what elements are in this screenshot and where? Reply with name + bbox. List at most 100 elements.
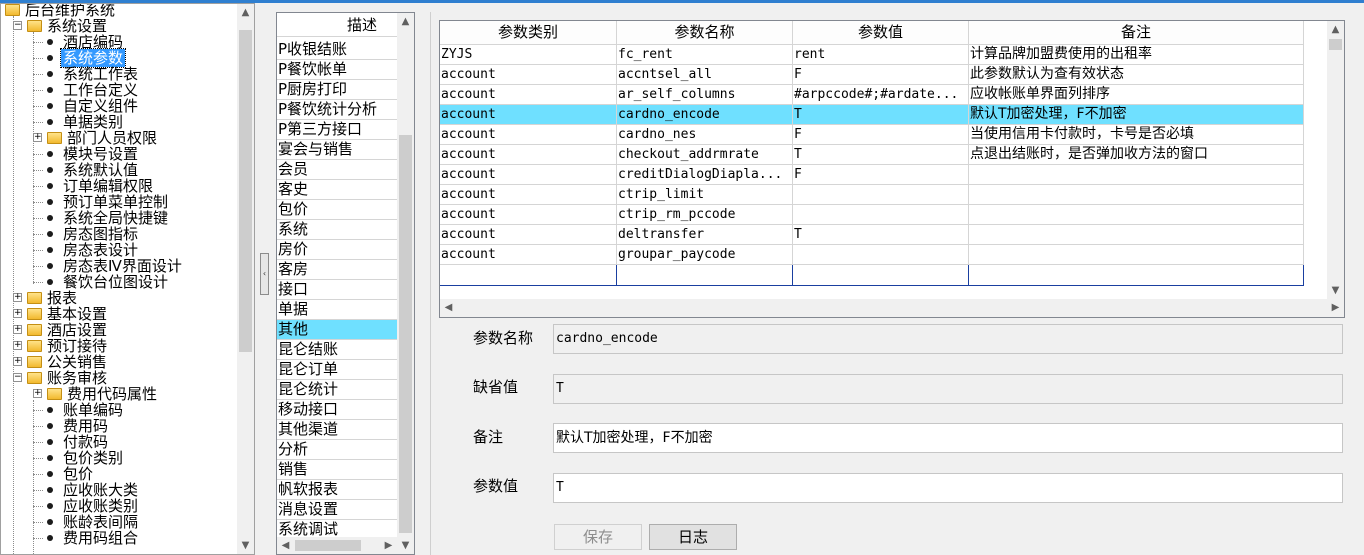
- table-cell[interactable]: T: [793, 105, 969, 125]
- navigation-tree[interactable]: 后台维护系统 − 系统设置 酒店编码 系统参数 系统工作表 工作台定义 自定义组件 单据类别 + 部…: [0, 3, 255, 555]
- table-row[interactable]: account cardno_nes F 当使用信用卡付款时，卡号是否必填: [440, 125, 1304, 145]
- tree-vertical-scrollbar[interactable]: ▲ ▼: [237, 4, 254, 554]
- table-cell[interactable]: [793, 245, 969, 265]
- scroll-thumb[interactable]: [399, 135, 412, 533]
- tree-item[interactable]: 系统默认值: [47, 162, 140, 178]
- tree-item[interactable]: 预订接待: [27, 338, 109, 354]
- table-cell[interactable]: account: [440, 165, 617, 185]
- tree-item[interactable]: 房态表Ⅳ界面设计: [47, 258, 184, 274]
- table-cell[interactable]: [793, 205, 969, 225]
- table-cell[interactable]: [969, 245, 1304, 265]
- expand-icon[interactable]: +: [13, 341, 22, 350]
- category-item[interactable]: 昆仑结账: [277, 340, 397, 360]
- table-row[interactable]: ZYJS fc_rent rent 计算品牌加盟费使用的出租率: [440, 45, 1304, 65]
- tree-item[interactable]: 付款码: [47, 434, 110, 450]
- category-item[interactable]: 客史: [277, 180, 397, 200]
- category-item[interactable]: 系统: [277, 220, 397, 240]
- tree-item[interactable]: 预订单菜单控制: [47, 194, 170, 210]
- category-item[interactable]: 帆软报表: [277, 480, 397, 500]
- category-item[interactable]: 销售: [277, 460, 397, 480]
- param-value-field[interactable]: T: [553, 473, 1343, 503]
- tree-item[interactable]: 酒店设置: [27, 322, 109, 338]
- scroll-down-arrow-icon[interactable]: ▼: [1327, 282, 1344, 299]
- tree-item[interactable]: 系统设置: [27, 18, 109, 34]
- category-item[interactable]: 会员: [277, 160, 397, 180]
- tree-item[interactable]: 系统参数: [47, 48, 127, 68]
- category-item[interactable]: 其他: [277, 320, 397, 340]
- table-row[interactable]: account ar_self_columns #arpccode#;#ardate…: [440, 85, 1304, 105]
- category-item[interactable]: 房价: [277, 240, 397, 260]
- category-item[interactable]: 客房: [277, 260, 397, 280]
- grid-new-row[interactable]: [440, 265, 1304, 286]
- category-item[interactable]: P厨房打印: [277, 80, 397, 100]
- scroll-thumb[interactable]: [1329, 39, 1342, 50]
- category-item[interactable]: 包价: [277, 200, 397, 220]
- scroll-up-arrow-icon[interactable]: ▲: [237, 4, 254, 21]
- table-cell[interactable]: account: [440, 85, 617, 105]
- collapse-icon[interactable]: −: [13, 373, 22, 382]
- expand-icon[interactable]: +: [13, 309, 22, 318]
- table-cell[interactable]: ar_self_columns: [617, 85, 793, 105]
- tree-item[interactable]: 系统工作表: [47, 66, 140, 82]
- tree-item[interactable]: 系统全局快捷键: [47, 210, 170, 226]
- table-cell[interactable]: account: [440, 125, 617, 145]
- tree-item[interactable]: 订单编辑权限: [47, 178, 155, 194]
- category-list[interactable]: 描述 P收银结账 P餐饮帐单 P厨房打印 P餐饮统计分析 P第三方接口 宴会与销售 会员 客史…: [276, 12, 415, 555]
- table-cell[interactable]: deltransfer: [617, 225, 793, 245]
- table-cell[interactable]: F: [793, 65, 969, 85]
- table-cell[interactable]: [969, 205, 1304, 225]
- grid-new-cell[interactable]: [969, 265, 1304, 286]
- parameter-grid[interactable]: 参数类别 参数名称 参数值 备注 ZYJS fc_rent rent 计算品牌加盟费使用的出…: [439, 20, 1345, 318]
- expand-icon[interactable]: +: [33, 133, 42, 142]
- scroll-up-arrow-icon[interactable]: ▲: [397, 13, 414, 30]
- scroll-thumb[interactable]: [295, 540, 361, 551]
- tree-item[interactable]: 账龄表间隔: [47, 514, 140, 530]
- table-row[interactable]: account groupar_paycode: [440, 245, 1304, 265]
- tree-item[interactable]: 账务审核: [27, 370, 109, 386]
- tree-root[interactable]: 后台维护系统: [5, 4, 117, 18]
- table-cell[interactable]: 当使用信用卡付款时，卡号是否必填: [969, 125, 1304, 145]
- table-cell[interactable]: cardno_encode: [617, 105, 793, 125]
- remark-field[interactable]: 默认T加密处理，F不加密: [553, 423, 1343, 453]
- grid-new-cell[interactable]: [793, 265, 969, 286]
- scroll-up-arrow-icon[interactable]: ▲: [1327, 21, 1344, 38]
- category-vertical-scrollbar[interactable]: ▲ ▼: [397, 13, 414, 554]
- table-cell[interactable]: account: [440, 65, 617, 85]
- table-cell[interactable]: account: [440, 225, 617, 245]
- category-item[interactable]: 宴会与销售: [277, 140, 397, 160]
- table-cell[interactable]: T: [793, 145, 969, 165]
- tree-item[interactable]: 应收账类别: [47, 498, 140, 514]
- category-item[interactable]: 移动接口: [277, 400, 397, 420]
- scroll-thumb[interactable]: [239, 30, 252, 352]
- table-cell[interactable]: account: [440, 105, 617, 125]
- grid-new-cell[interactable]: [440, 265, 617, 286]
- table-row[interactable]: account creditDialogDiapla... F: [440, 165, 1304, 185]
- tree-item[interactable]: 费用代码属性: [47, 386, 159, 402]
- expand-icon[interactable]: +: [13, 293, 22, 302]
- category-column-header[interactable]: 描述: [277, 13, 397, 37]
- category-item[interactable]: 分析: [277, 440, 397, 460]
- scroll-down-arrow-icon[interactable]: ▼: [237, 537, 254, 554]
- tree-item[interactable]: 房态图指标: [47, 226, 140, 242]
- category-item[interactable]: P餐饮统计分析: [277, 100, 397, 120]
- tree-item[interactable]: 自定义组件: [47, 98, 140, 114]
- table-cell[interactable]: #arpccode#;#ardate...: [793, 85, 969, 105]
- tree-item[interactable]: 基本设置: [27, 306, 109, 322]
- table-cell[interactable]: checkout_addrmrate: [617, 145, 793, 165]
- table-cell[interactable]: T: [793, 225, 969, 245]
- grid-horizontal-scrollbar[interactable]: ◀ ▶: [440, 299, 1344, 317]
- tree-item[interactable]: 部门人员权限: [47, 130, 159, 146]
- table-cell[interactable]: rent: [793, 45, 969, 65]
- table-cell[interactable]: F: [793, 125, 969, 145]
- save-button[interactable]: 保存: [554, 524, 642, 550]
- table-cell[interactable]: accntsel_all: [617, 65, 793, 85]
- table-cell[interactable]: account: [440, 205, 617, 225]
- table-row[interactable]: account deltransfer T: [440, 225, 1304, 245]
- grid-column-header[interactable]: 参数类别: [440, 21, 617, 45]
- tree-item[interactable]: 费用码组合: [47, 530, 140, 546]
- table-cell[interactable]: account: [440, 185, 617, 205]
- scroll-right-arrow-icon[interactable]: ▶: [1327, 299, 1344, 317]
- log-button[interactable]: 日志: [649, 524, 737, 550]
- scroll-left-arrow-icon[interactable]: ◀: [440, 299, 457, 317]
- table-row[interactable]: account ctrip_limit: [440, 185, 1304, 205]
